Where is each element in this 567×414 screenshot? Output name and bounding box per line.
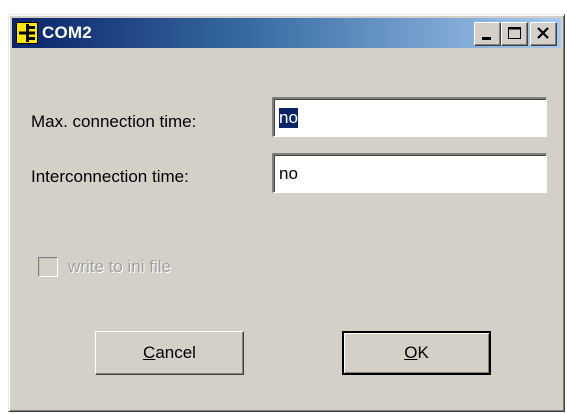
cancel-accel: C	[143, 343, 156, 362]
max-connection-time-label: Max. connection time:	[31, 112, 197, 131]
cancel-button[interactable]: Cancel	[95, 331, 244, 375]
ok-accel: O	[404, 343, 418, 362]
maximize-icon	[508, 27, 521, 39]
ok-label-rest: K	[417, 343, 429, 362]
com-port-icon[interactable]	[16, 22, 38, 44]
max-connection-time-value: no	[279, 107, 298, 128]
title-bar[interactable]: COM2	[12, 18, 561, 48]
interconnection-time-input[interactable]: no	[272, 153, 547, 193]
interconnection-time-label: Interconnection time:	[31, 167, 189, 186]
ok-button[interactable]: OK	[342, 331, 491, 375]
window-title: COM2	[42, 23, 92, 42]
write-to-ini-label: write to ini file	[68, 257, 171, 276]
close-button[interactable]	[530, 22, 557, 46]
maximize-button[interactable]	[501, 22, 528, 46]
dialog-window: COM2 Max. connection time: no Interconne…	[8, 14, 565, 412]
write-to-ini-row: write to ini file	[38, 257, 171, 277]
cancel-label-rest: ancel	[155, 343, 196, 362]
interconnection-time-value: no	[279, 163, 298, 183]
max-connection-time-input[interactable]: no	[272, 97, 547, 137]
close-icon	[537, 27, 549, 39]
title-buttons	[474, 22, 557, 46]
minimize-icon	[482, 37, 491, 40]
write-to-ini-checkbox[interactable]	[38, 257, 58, 277]
minimize-button[interactable]	[474, 22, 501, 46]
